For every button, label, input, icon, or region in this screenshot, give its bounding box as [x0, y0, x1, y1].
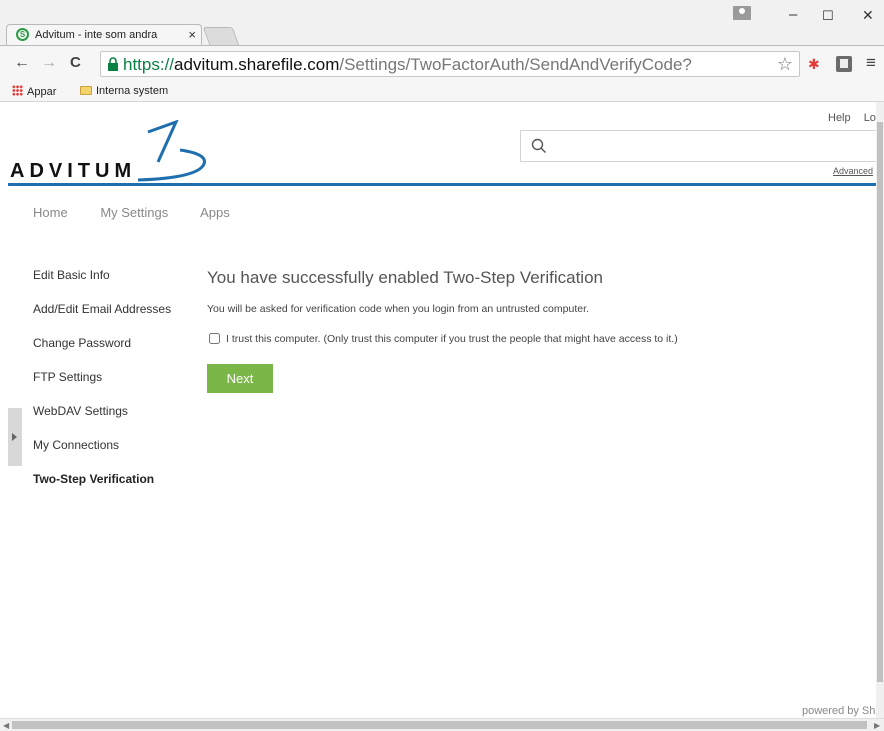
bookmark-folder-interna[interactable]: Interna system: [80, 85, 168, 97]
nav-apps[interactable]: Apps: [200, 205, 230, 220]
extension-box-icon[interactable]: [836, 56, 852, 72]
address-bar[interactable]: https://advitum.sharefile.com/Settings/T…: [100, 51, 800, 77]
forward-button[interactable]: →: [41, 54, 57, 72]
trust-computer-label: I trust this computer. (Only trust this …: [226, 333, 678, 345]
tab-title: Advitum - inte som andra: [35, 29, 158, 41]
sidebar-item-two-step-verification[interactable]: Two-Step Verification: [33, 472, 171, 506]
logo-text: ADVITUM: [10, 160, 137, 182]
reload-button[interactable]: C: [70, 54, 81, 71]
powered-by-text: powered by Sh: [802, 705, 876, 717]
sidebar-item-email-addresses[interactable]: Add/Edit Email Addresses: [33, 302, 171, 336]
search-input[interactable]: [520, 130, 876, 162]
logout-link[interactable]: Lo: [864, 112, 876, 124]
minimize-button[interactable]: –: [789, 6, 797, 23]
horizontal-scroll-thumb[interactable]: [12, 721, 867, 729]
header-links: Help Lo: [828, 112, 876, 124]
advitum-logo[interactable]: ADVITUM: [8, 120, 218, 182]
page-content: Help Lo ADVITUM Advanced Home My Setting…: [0, 102, 876, 718]
nav-my-settings[interactable]: My Settings: [100, 205, 168, 220]
sidebar-item-webdav-settings[interactable]: WebDAV Settings: [33, 404, 171, 438]
sidebar-item-change-password[interactable]: Change Password: [33, 336, 171, 370]
browser-titlebar: S Advitum - inte som andra × – ☐ ✕: [0, 0, 884, 46]
page-title: You have successfully enabled Two-Step V…: [207, 268, 603, 287]
apps-grid-icon: [12, 85, 23, 96]
back-button[interactable]: ←: [14, 54, 30, 72]
header-divider: [8, 183, 876, 186]
browser-menu-icon[interactable]: ≡: [866, 53, 876, 73]
info-text: You will be asked for verification code …: [207, 303, 589, 315]
trust-computer-row[interactable]: I trust this computer. (Only trust this …: [209, 333, 678, 345]
sidebar-item-edit-basic-info[interactable]: Edit Basic Info: [33, 268, 171, 302]
trust-computer-checkbox[interactable]: [209, 333, 220, 344]
user-profile-icon[interactable]: [733, 6, 751, 20]
help-link[interactable]: Help: [828, 112, 851, 124]
search-icon: [531, 138, 546, 153]
sidebar-toggle-handle[interactable]: [8, 408, 22, 466]
vertical-scroll-thumb[interactable]: [877, 122, 883, 682]
maximize-button[interactable]: ☐: [822, 8, 834, 24]
top-navigation: Home My Settings Apps: [33, 205, 259, 220]
lock-icon: [108, 57, 118, 71]
tab-close-icon[interactable]: ×: [188, 27, 196, 42]
nav-home[interactable]: Home: [33, 205, 68, 220]
next-button[interactable]: Next: [207, 364, 273, 393]
sidebar-item-ftp-settings[interactable]: FTP Settings: [33, 370, 171, 404]
folder-icon: [80, 86, 92, 95]
browser-toolbar: ← → C https://advitum.sharefile.com/Sett…: [0, 45, 884, 82]
scroll-right-arrow-icon[interactable]: ▶: [874, 721, 880, 730]
scroll-left-arrow-icon[interactable]: ◀: [3, 721, 9, 730]
sharefile-favicon-icon: S: [16, 28, 29, 41]
new-tab-button[interactable]: [202, 27, 240, 45]
bookmark-star-icon[interactable]: ☆: [777, 54, 793, 75]
bookmarks-bar: Appar Interna system: [0, 82, 884, 102]
extension-icon[interactable]: ✱: [808, 56, 820, 73]
url-text: https://advitum.sharefile.com/Settings/T…: [123, 55, 692, 74]
bookmark-apps[interactable]: Appar: [12, 85, 56, 98]
browser-tab[interactable]: S Advitum - inte som andra ×: [6, 24, 202, 46]
close-window-button[interactable]: ✕: [862, 7, 874, 24]
sidebar-item-my-connections[interactable]: My Connections: [33, 438, 171, 472]
advanced-search-link[interactable]: Advanced: [833, 166, 873, 176]
settings-sidebar: Edit Basic Info Add/Edit Email Addresses…: [33, 268, 171, 506]
